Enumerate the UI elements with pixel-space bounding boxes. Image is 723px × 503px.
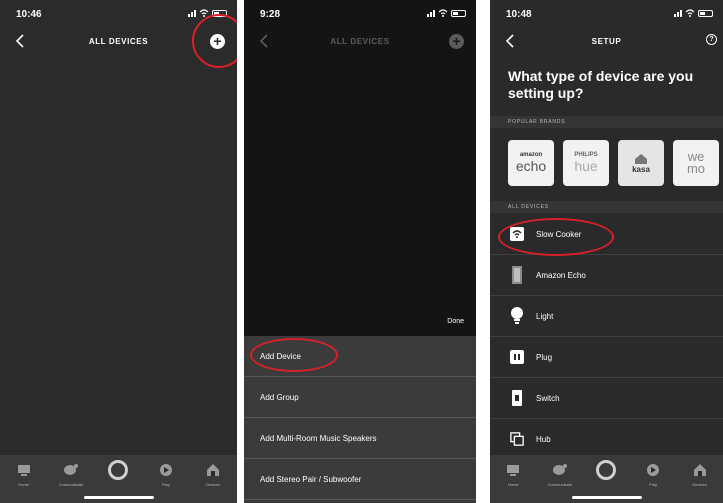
lightbulb-icon	[510, 307, 524, 325]
all-devices-header: ALL DEVICES	[490, 201, 723, 213]
device-type-hub[interactable]: Hub	[490, 419, 723, 460]
brand-bottom-label: hue	[574, 158, 598, 174]
device-type-amazon-echo[interactable]: Amazon Echo	[490, 255, 723, 296]
setup-question: What type of device are you setting up?	[508, 68, 694, 101]
page-title: ALL DEVICES	[330, 37, 390, 46]
tab-label: Home	[507, 482, 519, 487]
play-icon	[647, 464, 660, 476]
echo-speaker-icon	[510, 266, 524, 284]
highlight-circle	[498, 218, 614, 256]
device-type-label: Switch	[536, 393, 560, 403]
status-icons	[427, 9, 466, 17]
help-question-icon[interactable]: ?	[706, 34, 717, 45]
device-type-label: Light	[536, 311, 554, 321]
device-type-light[interactable]: Light	[490, 296, 723, 337]
brand-kasa[interactable]: kasa	[618, 140, 664, 186]
device-type-label: Plug	[536, 352, 553, 362]
battery-icon	[698, 9, 713, 17]
page-title: SETUP	[591, 37, 622, 46]
status-time: 9:28	[260, 9, 281, 20]
brand-philips-hue[interactable]: PHILIPS hue	[563, 140, 609, 186]
nav-bar: ALL DEVICES +	[244, 30, 476, 54]
tab-home[interactable]: Home	[495, 463, 531, 503]
brand-bottom-label: kasa	[632, 164, 650, 174]
menu-item-add-stereo-pair[interactable]: Add Stereo Pair / Subwoofer	[244, 459, 476, 500]
device-type-plug[interactable]: Plug	[490, 337, 723, 378]
brand-wemo[interactable]: we mo	[673, 140, 719, 186]
signal-icon	[188, 9, 196, 17]
play-icon	[159, 464, 172, 476]
tab-label: Home	[18, 482, 30, 487]
nav-bar: SETUP ?	[490, 30, 723, 54]
brand-bottom-label: echo	[515, 158, 547, 174]
highlight-circle	[250, 338, 338, 372]
add-plus-icon: +	[449, 34, 464, 49]
phone-screen-setup: 10:48 SETUP ? What type of device are yo…	[490, 0, 723, 503]
tab-label: Devices	[692, 482, 707, 487]
alexa-ring-icon	[108, 460, 129, 480]
kasa-house-icon	[635, 153, 647, 164]
status-icons	[674, 9, 713, 17]
status-time: 10:46	[16, 9, 42, 20]
tab-label: Communicate	[547, 482, 573, 487]
brand-bottom-label: we mo	[686, 149, 706, 176]
chat-icon	[552, 464, 567, 475]
device-type-label: Hub	[536, 434, 551, 444]
plug-outlet-icon	[510, 348, 524, 366]
popular-brands-header: POPULAR BRANDS	[490, 116, 723, 128]
home-icon	[507, 465, 520, 476]
devices-house-icon	[207, 464, 220, 476]
status-bar: 10:48	[490, 0, 723, 24]
brand-row: amazon echo PHILIPS hue kasa we mo	[508, 140, 719, 186]
home-indicator	[571, 496, 642, 499]
signal-icon	[427, 9, 435, 17]
wifi-icon	[438, 9, 448, 17]
menu-item-add-group[interactable]: Add Group	[244, 377, 476, 418]
done-button[interactable]: Done	[447, 318, 464, 325]
tab-label: Communicate	[58, 482, 84, 487]
devices-house-icon	[693, 464, 706, 476]
status-time: 10:48	[506, 9, 532, 20]
phone-screen-add-menu: 9:28 ALL DEVICES + Done Add Device Add G…	[244, 0, 476, 503]
phone-screen-all-devices: 10:46 ALL DEVICES + Home Communicate Pla…	[0, 0, 237, 503]
brand-amazon-echo[interactable]: amazon echo	[508, 140, 554, 186]
tab-label: Play	[649, 482, 657, 487]
signal-icon	[674, 9, 682, 17]
home-icon	[17, 465, 30, 476]
tab-home[interactable]: Home	[6, 463, 42, 503]
tab-label: Devices	[206, 482, 221, 487]
highlight-circle	[192, 14, 237, 68]
alexa-ring-icon	[596, 460, 617, 480]
home-indicator	[83, 496, 154, 499]
battery-icon	[451, 9, 466, 17]
hub-icon	[510, 430, 524, 448]
light-switch-icon	[510, 389, 524, 407]
tab-devices[interactable]: Devices	[195, 463, 231, 503]
menu-item-add-multi-room[interactable]: Add Multi-Room Music Speakers	[244, 418, 476, 459]
tab-label: Play	[161, 482, 170, 487]
device-type-switch[interactable]: Switch	[490, 378, 723, 419]
chat-icon	[64, 464, 79, 475]
wifi-icon	[685, 9, 695, 17]
status-bar: 9:28	[244, 0, 476, 24]
device-type-label: Amazon Echo	[536, 270, 586, 280]
tab-devices[interactable]: Devices	[682, 463, 718, 503]
